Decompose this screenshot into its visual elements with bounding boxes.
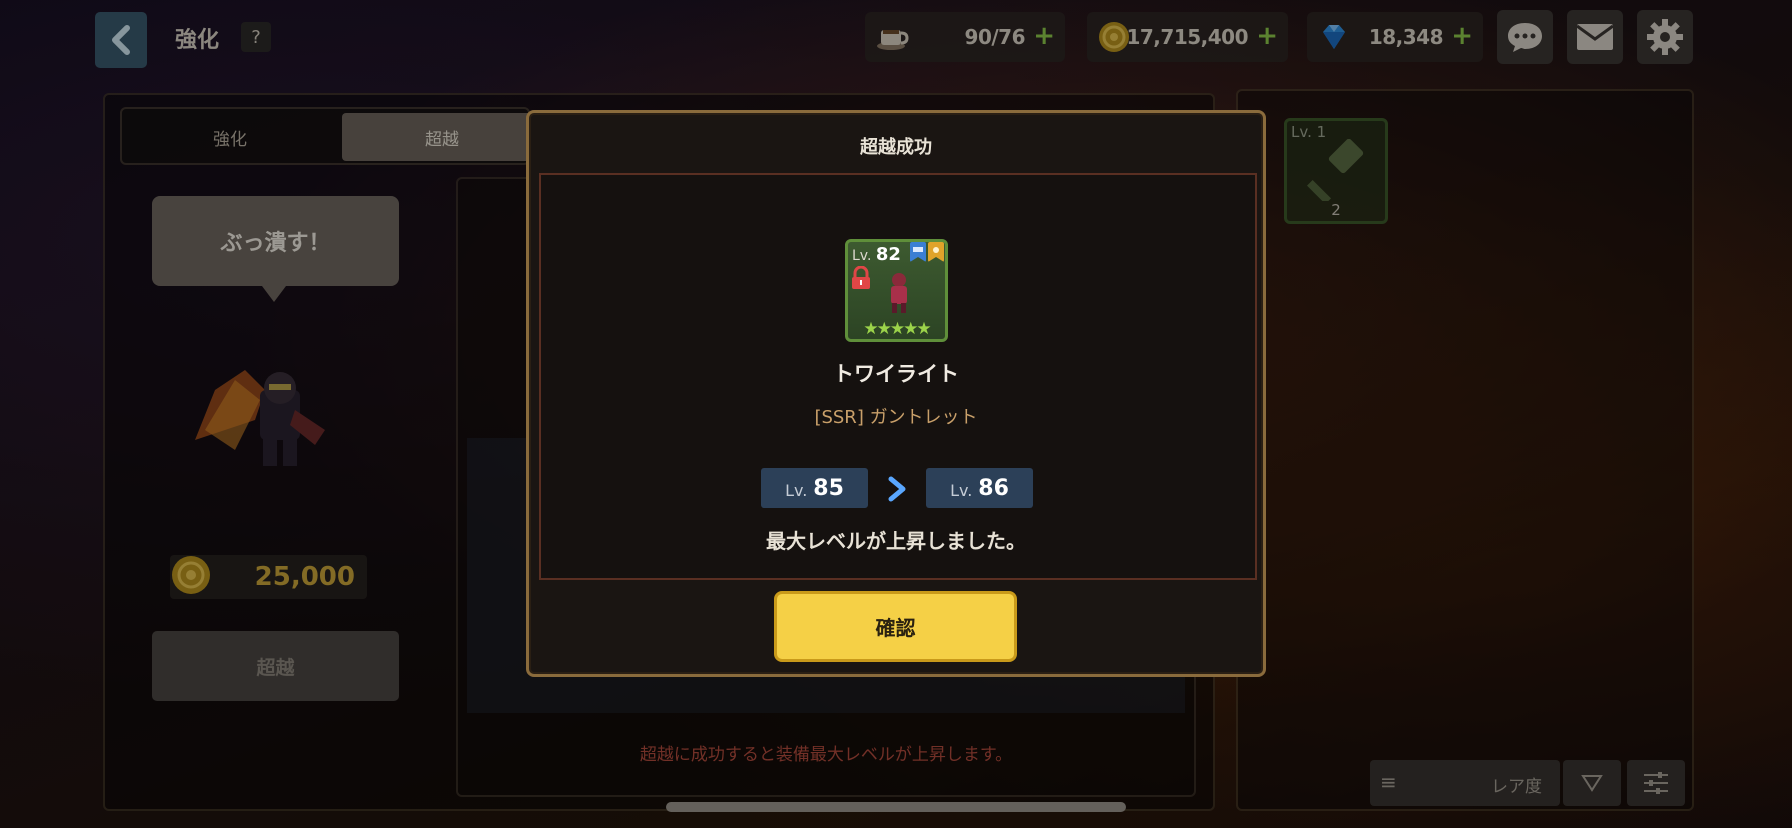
level-after: Lv. 86: [926, 468, 1033, 508]
item-card: Lv. 82 ★★★★★: [845, 239, 948, 342]
mask-badge-icon: [910, 242, 926, 262]
card-level: Lv. 82: [852, 244, 901, 265]
item-name: トワイライト: [833, 362, 959, 386]
transcend-success-dialog: 超越成功 Lv. 82 ★★★★★ トワイライト [SSR] ガントレット Lv…: [526, 110, 1266, 677]
level-before: Lv. 85: [761, 468, 868, 508]
confirm-button[interactable]: 確認: [774, 591, 1017, 662]
dialog-title: 超越成功: [860, 137, 932, 158]
rarity-stars: ★★★★★: [863, 319, 931, 339]
character-portrait: [891, 273, 907, 313]
lock-icon: [852, 266, 870, 289]
item-type: [SSR] ガントレット: [814, 407, 978, 428]
chevron-right-icon: [888, 476, 906, 502]
pin-badge-icon: [928, 242, 944, 262]
result-message: 最大レベルが上昇しました。: [766, 529, 1026, 553]
